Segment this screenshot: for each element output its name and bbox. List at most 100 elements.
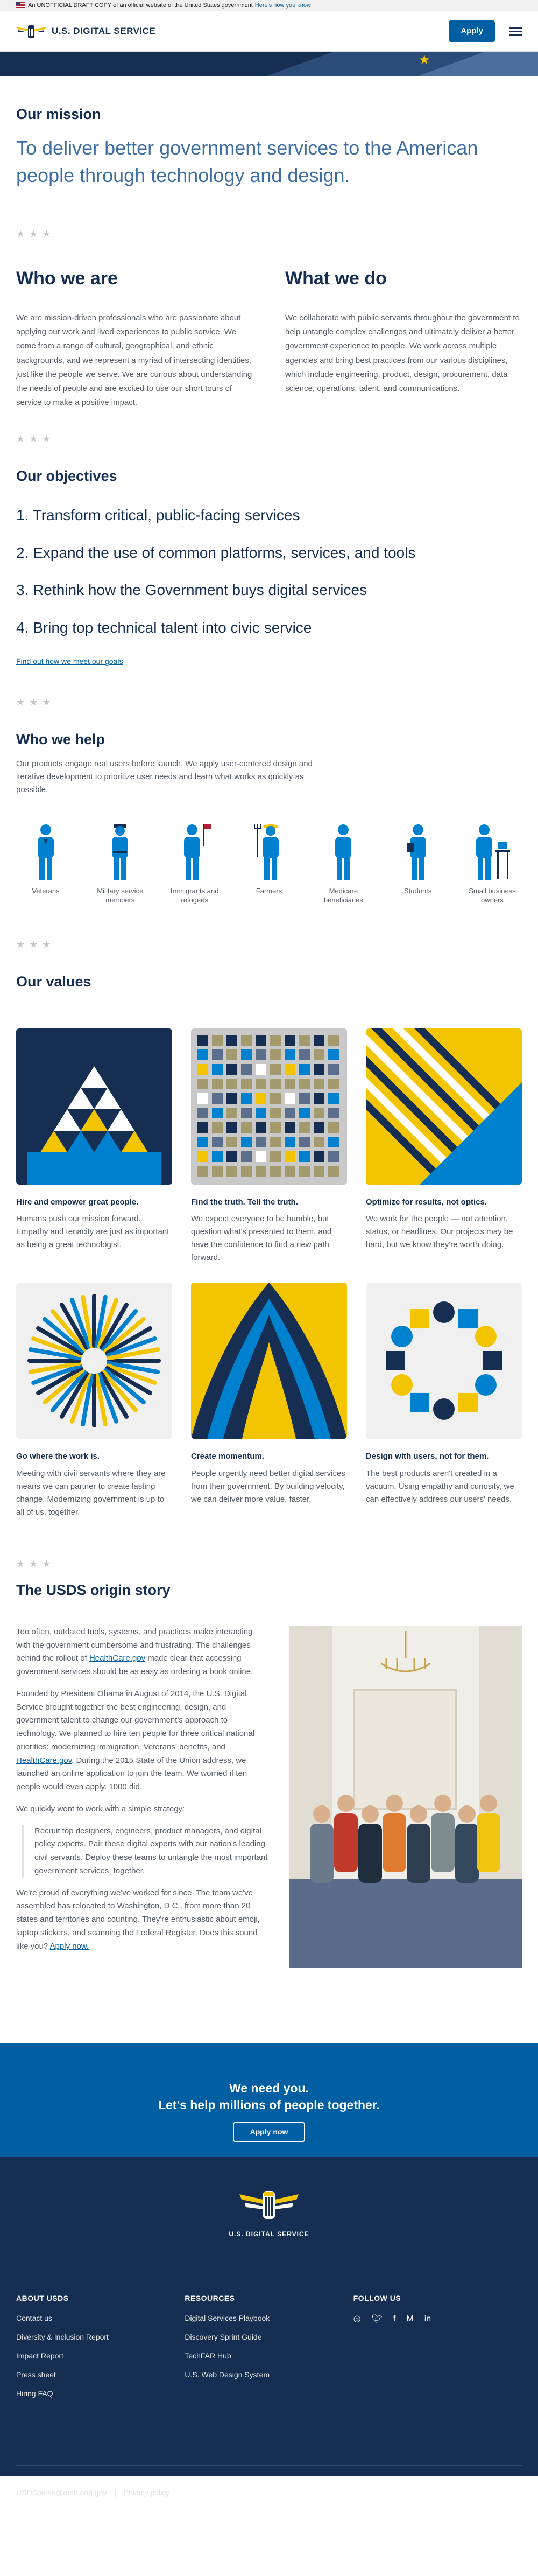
person-veterans: Veterans <box>16 823 75 905</box>
objectives-heading: Our objectives <box>16 467 117 484</box>
student-icon <box>406 824 426 880</box>
usds-logo[interactable]: U.S. DIGITAL SERVICE <box>16 24 155 39</box>
linkedin-icon[interactable]: in <box>424 2313 431 2326</box>
objective-item: 4. Bring top technical talent into civic… <box>16 619 312 636</box>
small-business-owner-icon <box>476 824 510 880</box>
team-photo <box>289 1625 522 1968</box>
cta-line1: We need you. <box>229 2081 309 2095</box>
divider-stars-icon: ★★★ <box>16 696 55 708</box>
footer-link[interactable]: U.S. Web Design System <box>185 2369 353 2381</box>
value-title: Optimize for results, not optics. <box>366 1197 487 1207</box>
value-card: Go where the work is. Meeting with civil… <box>16 1283 172 1519</box>
footer-logo[interactable]: U.S. DIGITAL SERVICE <box>16 2189 522 2239</box>
help-heading: Who we help <box>16 731 105 747</box>
facebook-icon[interactable]: f <box>393 2313 395 2326</box>
footer-link[interactable]: Discovery Sprint Guide <box>185 2332 353 2343</box>
who-heading: Who we are <box>16 268 118 289</box>
objective-item: 2. Expand the use of common platforms, s… <box>16 544 416 561</box>
eagle-logo-icon <box>16 25 46 38</box>
value-text: We expect everyone to be humble, but que… <box>191 1214 332 1263</box>
us-flag-icon <box>16 2 25 8</box>
footer-resources: RESOURCES Digital Services Playbook Disc… <box>185 2293 353 2407</box>
footer-follow: FOLLOW US ◎ 🐦︎ f M in <box>353 2293 522 2407</box>
footer-link[interactable]: Digital Services Playbook <box>185 2313 353 2324</box>
value-card: Hire and empower great people. Humans pu… <box>16 1028 172 1265</box>
military-member-icon <box>112 824 129 880</box>
medium-icon[interactable]: M <box>406 2313 413 2326</box>
value-image-circle-shapes <box>366 1283 522 1439</box>
value-text: We work for the people — not attention, … <box>366 1214 513 1250</box>
footer-link[interactable]: TechFAR Hub <box>185 2350 353 2362</box>
veteran-icon <box>38 824 54 880</box>
who-what-section: Who we are We are mission-driven profess… <box>16 241 522 410</box>
value-card: Optimize for results, not optics. We wor… <box>366 1028 522 1265</box>
hero-banner: ★ <box>0 52 538 76</box>
apply-button[interactable]: Apply <box>449 20 495 43</box>
value-card: Design with users, not for them. The bes… <box>366 1283 522 1519</box>
value-image-stripes <box>366 1028 522 1185</box>
divider-stars-icon: ★★★ <box>16 939 55 950</box>
objectives-section: Our objectives 1. Transform critical, pu… <box>16 446 522 709</box>
origin-section: The USDS origin story Too often, outdate… <box>16 1571 522 1968</box>
origin-paragraph: Too often, outdated tools, systems, and … <box>16 1627 253 1677</box>
footer-link[interactable]: Impact Report <box>16 2350 185 2362</box>
mission-heading: Our mission <box>16 106 101 122</box>
logo-text: U.S. DIGITAL SERVICE <box>52 26 156 37</box>
cta-section: We need you. Let's help millions of peop… <box>0 2043 538 2157</box>
site-header: U.S. DIGITAL SERVICE Apply <box>0 11 538 52</box>
person-small-business: Small business owners <box>463 823 522 905</box>
footer-link[interactable]: Press sheet <box>16 2369 185 2381</box>
divider-stars-icon: ★★★ <box>16 433 55 444</box>
mission-text: To deliver better government services to… <box>16 137 478 186</box>
privacy-policy-link[interactable]: Privacy policy <box>124 2488 170 2497</box>
what-heading: What we do <box>285 268 387 289</box>
person-farmers: Farmers <box>239 823 299 905</box>
origin-paragraph: We're proud of everything we've worked f… <box>16 1888 260 1951</box>
people-list: Veterans Military service members Immigr… <box>16 823 522 905</box>
immigrant-icon <box>183 824 211 880</box>
healthcare-link[interactable]: HealthCare.gov <box>16 1756 72 1765</box>
medicare-beneficiary-icon <box>335 824 352 880</box>
person-military: Military service members <box>90 823 150 905</box>
footer-link[interactable]: Contact us <box>16 2313 185 2324</box>
eagle-logo-icon <box>239 2190 299 2219</box>
healthcare-link[interactable]: HealthCare.gov <box>89 1654 145 1663</box>
footer-bottom: USDSpress@omb.eop.gov | Privacy policy <box>16 2465 522 2498</box>
objective-item: 1. Transform critical, public-facing ser… <box>16 507 300 524</box>
values-heading: Our values <box>16 974 91 990</box>
values-section: Our values Hire and empower great people… <box>16 951 522 1570</box>
footer-logo-text: U.S. DIGITAL SERVICE <box>229 2230 309 2238</box>
value-card: Find the truth. Tell the truth. We expec… <box>191 1028 347 1265</box>
banner-link[interactable]: Here's how you know <box>255 2 311 9</box>
mission-section: Our mission To deliver better government… <box>16 76 522 241</box>
divider-stars-icon: ★★★ <box>16 228 55 240</box>
press-email-link[interactable]: USDSpress@omb.eop.gov <box>16 2488 107 2497</box>
divider-stars-icon: ★★★ <box>16 1558 55 1569</box>
value-text: Humans push our mission forward. Empathy… <box>16 1214 169 1250</box>
value-card: Create momentum. People urgently need be… <box>191 1283 347 1519</box>
value-text: People urgently need better digital serv… <box>191 1468 345 1504</box>
value-image-grid <box>191 1028 347 1185</box>
value-text: Meeting with civil servants where they a… <box>16 1468 166 1517</box>
gov-banner: An UNOFFICIAL DRAFT COPY of an official … <box>0 0 538 11</box>
person-immigrants: Immigrants and refugees <box>165 823 224 905</box>
value-image-burst <box>16 1283 172 1439</box>
footer-link[interactable]: Diversity & Inclusion Report <box>16 2332 185 2343</box>
apply-now-link[interactable]: Apply now. <box>50 1942 89 1951</box>
apply-now-button[interactable]: Apply now <box>232 2122 306 2143</box>
cta-line2: Let's help millions of people together. <box>158 2097 380 2112</box>
goals-link[interactable]: Find out how we meet our goals <box>16 657 123 666</box>
instagram-icon[interactable]: ◎ <box>353 2313 361 2326</box>
menu-icon[interactable] <box>509 25 522 38</box>
value-title: Hire and empower great people. <box>16 1197 139 1207</box>
origin-heading: The USDS origin story <box>16 1581 171 1598</box>
who-text: We are mission-driven professionals who … <box>16 313 252 408</box>
twitter-icon[interactable]: 🐦︎ <box>372 2313 383 2326</box>
help-text: Our products engage real users before la… <box>16 759 313 795</box>
origin-paragraph: We quickly went to work with a simple st… <box>16 1804 185 1814</box>
star-icon: ★ <box>419 53 430 67</box>
site-footer: U.S. DIGITAL SERVICE ABOUT USDS Contact … <box>0 2156 538 2497</box>
value-image-triangles <box>16 1028 172 1185</box>
person-medicare: Medicare beneficiaries <box>314 823 373 905</box>
footer-link[interactable]: Hiring FAQ <box>16 2388 185 2399</box>
